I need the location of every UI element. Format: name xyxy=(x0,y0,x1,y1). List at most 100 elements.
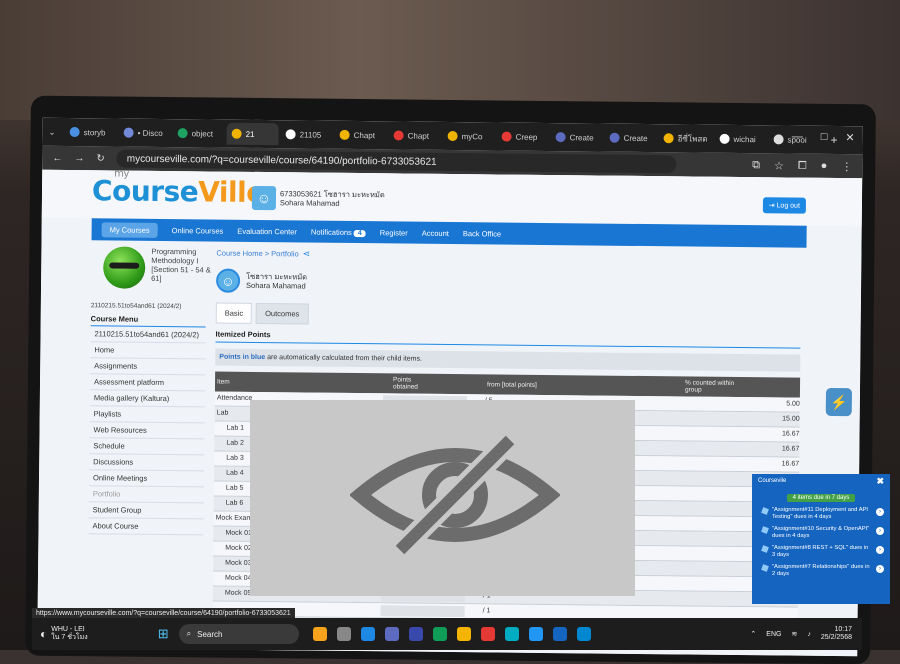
nav-notifications[interactable]: Notifications 4 xyxy=(311,227,366,237)
popup-close-button[interactable]: ✖ xyxy=(876,476,884,487)
browser-tab[interactable]: Chapt xyxy=(389,124,441,147)
browser-tab[interactable]: Chapt xyxy=(335,124,387,147)
tab-favicon-icon xyxy=(177,128,188,139)
row-item-label: Lab 1 xyxy=(226,424,245,432)
tab-outcomes[interactable]: Outcomes xyxy=(255,302,309,325)
nav-account[interactable]: Account xyxy=(422,228,449,237)
share-icon[interactable]: ⋖ xyxy=(303,248,311,259)
chevron-right-icon[interactable]: › xyxy=(876,527,884,535)
minimize-button[interactable]: — xyxy=(792,131,803,144)
volume-icon[interactable]: ♪ xyxy=(807,631,811,638)
course-image[interactable] xyxy=(103,246,146,289)
row-percent: 16.67 xyxy=(781,460,800,468)
browser-tab[interactable]: myCo xyxy=(443,125,495,148)
app-icon[interactable] xyxy=(408,627,423,641)
tab-label: Chapt xyxy=(407,131,430,141)
chevron-right-icon[interactable]: › xyxy=(876,546,884,554)
popup-item-text: "Assignment#8 REST + SQL" dues in 3 days xyxy=(772,545,869,558)
tab-basic[interactable]: Basic xyxy=(215,302,253,324)
course-menu-list: 2110215.51to54and61 (2024/2) Home Assignme… xyxy=(88,326,206,536)
logout-button[interactable]: ⇥ Log out xyxy=(762,197,807,214)
bookmark-star-icon[interactable]: ☆ xyxy=(774,159,784,172)
points-obtained-cell xyxy=(380,605,465,618)
nav-evaluation-center[interactable]: Evaluation Center xyxy=(237,226,297,236)
browser-tab[interactable]: storyb xyxy=(65,121,117,144)
browser-tab[interactable]: Creep xyxy=(497,125,549,148)
language-indicator[interactable]: ENG xyxy=(766,631,781,638)
chevron-right-icon[interactable]: › xyxy=(876,508,884,516)
install-icon[interactable]: ⧉ xyxy=(752,159,760,172)
clock[interactable]: 10:17 25/2/2568 xyxy=(821,626,852,642)
nav-back-office[interactable]: Back Office xyxy=(463,229,501,238)
url-field[interactable]: mycourseville.com/?q=courseville/course/… xyxy=(116,149,677,174)
browser-tab[interactable]: object xyxy=(173,122,225,145)
browser-tab[interactable]: 21105 xyxy=(281,123,333,146)
app-icon[interactable] xyxy=(312,627,327,641)
popup-item[interactable]: "Assignment#10 Security & OpenAPI" dues … xyxy=(762,526,884,540)
browser-tab[interactable]: 21 xyxy=(226,122,279,146)
side-widget-icon[interactable]: ⚡ xyxy=(825,387,853,417)
course-menu-item[interactable]: 2110215.51to54and61 (2024/2) xyxy=(90,326,206,344)
reload-icon[interactable]: ↻ xyxy=(96,153,105,164)
breadcrumb-text[interactable]: Course Home > Portfolio xyxy=(216,249,298,259)
app-icon[interactable] xyxy=(384,627,399,641)
course-menu-item[interactable]: Web Resources xyxy=(89,422,205,440)
popup-item-text: "Assignment#11 Deployment and API Testin… xyxy=(772,507,869,520)
tab-favicon-icon xyxy=(339,129,350,140)
coursevile-logo[interactable]: my CourseVille xyxy=(92,168,265,209)
back-icon[interactable]: ← xyxy=(52,152,62,163)
course-menu-item[interactable]: Assessment platform xyxy=(89,374,206,392)
course-menu-item[interactable]: Media gallery (Kaltura) xyxy=(89,390,205,408)
course-menu-item[interactable]: Student Group xyxy=(88,502,204,520)
course-menu-item[interactable]: Portfolio xyxy=(88,486,204,504)
course-menu-item[interactable]: Discussions xyxy=(89,454,205,472)
weather-widget[interactable]: ◐ WHU - LEI ใน 7 ชั่วโมง xyxy=(40,626,88,642)
tab-label: Create xyxy=(569,132,594,142)
tab-search-icon[interactable]: ⌄ xyxy=(49,127,63,136)
profile-avatar[interactable]: ● xyxy=(821,159,828,172)
nav-online-courses[interactable]: Online Courses xyxy=(172,226,224,236)
tab-label: Creep xyxy=(515,132,538,142)
browser-tab[interactable]: อีซี่โพสต xyxy=(659,127,713,150)
app-icon[interactable] xyxy=(504,627,519,641)
app-icon[interactable] xyxy=(336,627,351,641)
browser-tab[interactable]: Create xyxy=(605,127,657,150)
app-icon[interactable] xyxy=(456,627,471,641)
course-name[interactable]: Programming Methodology I [Section 51 - … xyxy=(151,247,211,284)
maximize-button[interactable]: □ xyxy=(821,131,828,144)
app-icon[interactable] xyxy=(480,627,495,641)
course-menu-item[interactable]: Schedule xyxy=(89,438,205,456)
app-icon[interactable] xyxy=(576,627,591,641)
popup-item[interactable]: "Assignment#11 Deployment and API Testin… xyxy=(762,507,884,521)
close-button[interactable]: ✕ xyxy=(845,131,854,144)
browser-tab[interactable]: • Disco xyxy=(119,122,171,145)
course-menu-item[interactable]: Online Meetings xyxy=(88,470,205,488)
wifi-icon[interactable]: ≋ xyxy=(791,630,797,638)
chevron-right-icon[interactable]: › xyxy=(876,565,884,573)
browser-tab[interactable]: Create xyxy=(551,126,603,149)
tab-label: storyb xyxy=(83,127,106,137)
course-menu-item[interactable]: Home xyxy=(90,342,206,360)
nav-my-courses[interactable]: My Courses xyxy=(101,221,158,238)
popup-item[interactable]: "Assignment#8 REST + SQL" dues in 3 days… xyxy=(762,545,884,559)
nav-register[interactable]: Register xyxy=(380,228,408,237)
chevron-up-icon[interactable]: ⌃ xyxy=(750,630,756,638)
extensions-icon[interactable]: ⧠ xyxy=(798,159,807,172)
popup-item[interactable]: "Assignment#7 Relationships" dues in 2 d… xyxy=(762,564,884,578)
browser-tab[interactable]: wichai xyxy=(714,128,766,151)
forward-icon[interactable]: → xyxy=(74,153,84,164)
course-menu-item[interactable]: About Course xyxy=(88,518,204,536)
kebab-menu-icon[interactable]: ⋮ xyxy=(841,160,852,173)
app-icon[interactable] xyxy=(552,627,567,641)
app-icon[interactable] xyxy=(360,627,375,641)
course-menu-item[interactable]: Assignments xyxy=(90,358,206,376)
user-avatar-icon[interactable]: ☺ xyxy=(251,185,277,211)
windows-start-icon[interactable]: ⊞ xyxy=(158,626,169,642)
tab-favicon-icon xyxy=(447,130,458,142)
app-icon[interactable] xyxy=(528,627,543,641)
app-icon[interactable] xyxy=(432,627,447,641)
url-text: mycourseville.com/?q=courseville/course/… xyxy=(126,153,437,168)
course-menu-item[interactable]: Playlists xyxy=(89,406,205,424)
taskbar-search[interactable]: ⌕ Search xyxy=(178,624,299,644)
clock-date: 25/2/2568 xyxy=(820,634,852,641)
